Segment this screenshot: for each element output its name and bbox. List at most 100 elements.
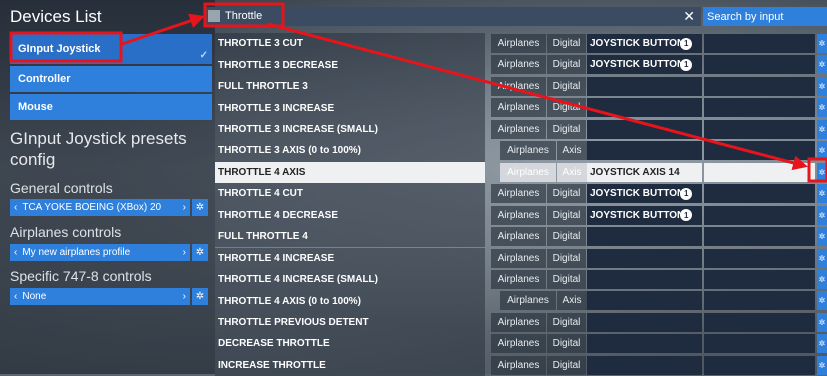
input-type: Digital	[547, 119, 586, 139]
gear-icon[interactable]: ✲	[192, 199, 208, 216]
device-label: Mouse	[18, 101, 53, 113]
table-row[interactable]: THROTTLE PREVIOUS DETENT Airplanes Digital…	[215, 311, 827, 334]
gear-icon[interactable]: ✲	[817, 162, 827, 182]
binding-slot-secondary[interactable]	[704, 184, 815, 204]
table-row[interactable]: THROTTLE 4 INCREASE Airplanes Digital ✲	[215, 247, 827, 269]
category-airplanes: Airplanes	[491, 355, 546, 375]
binding-slot-primary[interactable]: JOYSTICK BUTTON 1	[587, 184, 702, 204]
table-row[interactable]: THROTTLE 4 AXIS Airplanes Axis JOYSTICK AXI…	[215, 161, 827, 184]
input-type: Axis	[557, 141, 587, 161]
search-input[interactable]: Throttle	[225, 10, 262, 22]
control-name: THROTTLE 4 DECREASE	[215, 204, 485, 226]
binding-slot-secondary[interactable]	[704, 227, 815, 247]
device-ginput-joystick[interactable]: GInput Joystick ✓	[10, 34, 212, 64]
binding-slot-primary[interactable]	[587, 98, 702, 118]
input-type: Digital	[547, 312, 586, 332]
table-row[interactable]: THROTTLE 3 INCREASE (SMALL) Airplanes Digi…	[215, 118, 827, 141]
category-airplanes: Airplanes	[491, 76, 546, 96]
binding-slot-primary[interactable]: JOYSTICK AXIS 14	[587, 162, 702, 182]
table-row[interactable]: FULL THROTTLE 3 Airplanes Digital ✲	[215, 75, 827, 98]
gear-icon[interactable]: ✲	[817, 291, 827, 311]
device-mouse[interactable]: Mouse	[10, 94, 212, 120]
gear-icon[interactable]: ✲	[817, 55, 827, 75]
binding-label: JOYSTICK BUTTON	[590, 38, 685, 49]
table-row[interactable]: FULL THROTTLE 4 Airplanes Digital ✲	[215, 226, 827, 248]
binding-slot-secondary[interactable]	[704, 34, 815, 53]
binding-slot-secondary[interactable]	[704, 55, 815, 75]
control-name: THROTTLE 3 INCREASE (SMALL)	[215, 118, 485, 141]
category-airplanes: Airplanes	[491, 248, 546, 268]
airplanes-preset-dropdown[interactable]: ‹ My new airplanes profile ›	[10, 244, 190, 261]
input-type: Axis	[557, 162, 587, 182]
binding-slot-secondary[interactable]	[704, 248, 815, 268]
binding-slot-primary[interactable]	[587, 312, 702, 332]
gear-icon[interactable]: ✲	[817, 355, 827, 375]
category-airplanes: Airplanes	[491, 119, 546, 139]
binding-slot-secondary[interactable]	[704, 334, 815, 354]
table-row[interactable]: INCREASE THROTTLE Airplanes Digital ✲	[215, 354, 827, 376]
binding-slot-primary[interactable]	[587, 248, 702, 268]
gear-icon[interactable]: ✲	[817, 119, 827, 139]
binding-slot-secondary[interactable]	[704, 355, 815, 375]
device-controller[interactable]: Controller	[10, 66, 212, 92]
table-row[interactable]: THROTTLE 4 INCREASE (SMALL) Airplanes Digi…	[215, 268, 827, 291]
binding-slot-secondary[interactable]	[704, 291, 815, 311]
binding-slot-primary[interactable]	[587, 227, 702, 247]
gear-icon[interactable]: ✲	[192, 288, 208, 305]
check-icon: ✓	[199, 50, 208, 61]
input-type: Digital	[547, 55, 586, 75]
table-row[interactable]: DECREASE THROTTLE Airplanes Digital ✲	[215, 333, 827, 355]
binding-slot-secondary[interactable]	[704, 312, 815, 332]
devices-list-title: Devices List	[10, 7, 102, 26]
binding-slot-primary[interactable]	[587, 269, 702, 289]
table-row[interactable]: THROTTLE 3 CUT Airplanes Digital JOYSTICK B…	[215, 33, 827, 55]
gear-icon[interactable]: ✲	[817, 312, 827, 332]
binding-slot-primary[interactable]	[587, 355, 702, 375]
binding-slot-primary[interactable]	[587, 291, 702, 311]
table-row[interactable]: THROTTLE 4 DECREASE Airplanes Digital JOYST…	[215, 204, 827, 226]
control-name: THROTTLE 4 CUT	[215, 183, 485, 205]
binding-slot-primary[interactable]: JOYSTICK BUTTON 1	[587, 55, 702, 75]
input-type: Digital	[547, 205, 586, 225]
binding-slot-primary[interactable]: JOYSTICK BUTTON 1	[587, 34, 702, 53]
gear-icon[interactable]: ✲	[192, 244, 208, 261]
binding-slot-secondary[interactable]	[704, 98, 815, 118]
binding-slot-secondary[interactable]	[704, 141, 815, 161]
binding-slot-secondary[interactable]	[704, 119, 815, 139]
search-bar[interactable]: Throttle ✕	[205, 7, 701, 26]
gear-icon[interactable]: ✲	[817, 248, 827, 268]
search-by-input-button[interactable]: Search by input	[703, 7, 827, 26]
gear-icon[interactable]: ✲	[817, 269, 827, 289]
gear-icon[interactable]: ✲	[817, 34, 827, 53]
close-icon[interactable]: ✕	[683, 8, 695, 25]
binding-slot-primary[interactable]	[587, 76, 702, 96]
gear-icon[interactable]: ✲	[817, 334, 827, 354]
binding-slot-primary[interactable]	[587, 141, 702, 161]
binding-slot-secondary[interactable]	[704, 162, 815, 182]
chevron-right-icon[interactable]: ›	[183, 202, 186, 213]
binding-slot-secondary[interactable]	[704, 76, 815, 96]
binding-slot-primary[interactable]	[587, 334, 702, 354]
table-row[interactable]: THROTTLE 3 DECREASE Airplanes Digital JOYST…	[215, 54, 827, 76]
gear-icon[interactable]: ✲	[817, 141, 827, 161]
table-row[interactable]: THROTTLE 3 AXIS (0 to 100%) Airplanes Axis…	[215, 140, 827, 162]
general-preset-dropdown[interactable]: ‹ TCA YOKE BOEING (XBox) 20 ›	[10, 199, 190, 216]
binding-slot-secondary[interactable]	[704, 269, 815, 289]
specific-preset-dropdown[interactable]: ‹ None ›	[10, 288, 190, 305]
binding-slot-secondary[interactable]	[704, 205, 815, 225]
gear-icon[interactable]: ✲	[817, 227, 827, 247]
gear-icon[interactable]: ✲	[817, 184, 827, 204]
table-row[interactable]: THROTTLE 4 CUT Airplanes Digital JOYSTICK B…	[215, 183, 827, 205]
control-name: THROTTLE 4 AXIS	[215, 161, 485, 184]
binding-slot-primary[interactable]: JOYSTICK BUTTON 1	[587, 205, 702, 225]
gear-icon[interactable]: ✲	[817, 76, 827, 96]
table-row[interactable]: THROTTLE 3 INCREASE Airplanes Digital ✲	[215, 97, 827, 119]
table-row[interactable]: THROTTLE 4 AXIS (0 to 100%) Airplanes Axis…	[215, 290, 827, 312]
binding-count-badge: 1	[680, 37, 693, 50]
binding-slot-primary[interactable]	[587, 119, 702, 139]
gear-icon[interactable]: ✲	[817, 98, 827, 118]
control-name: THROTTLE 3 AXIS (0 to 100%)	[215, 140, 485, 162]
chevron-right-icon[interactable]: ›	[183, 291, 186, 302]
chevron-right-icon[interactable]: ›	[183, 247, 186, 258]
gear-icon[interactable]: ✲	[817, 205, 827, 225]
